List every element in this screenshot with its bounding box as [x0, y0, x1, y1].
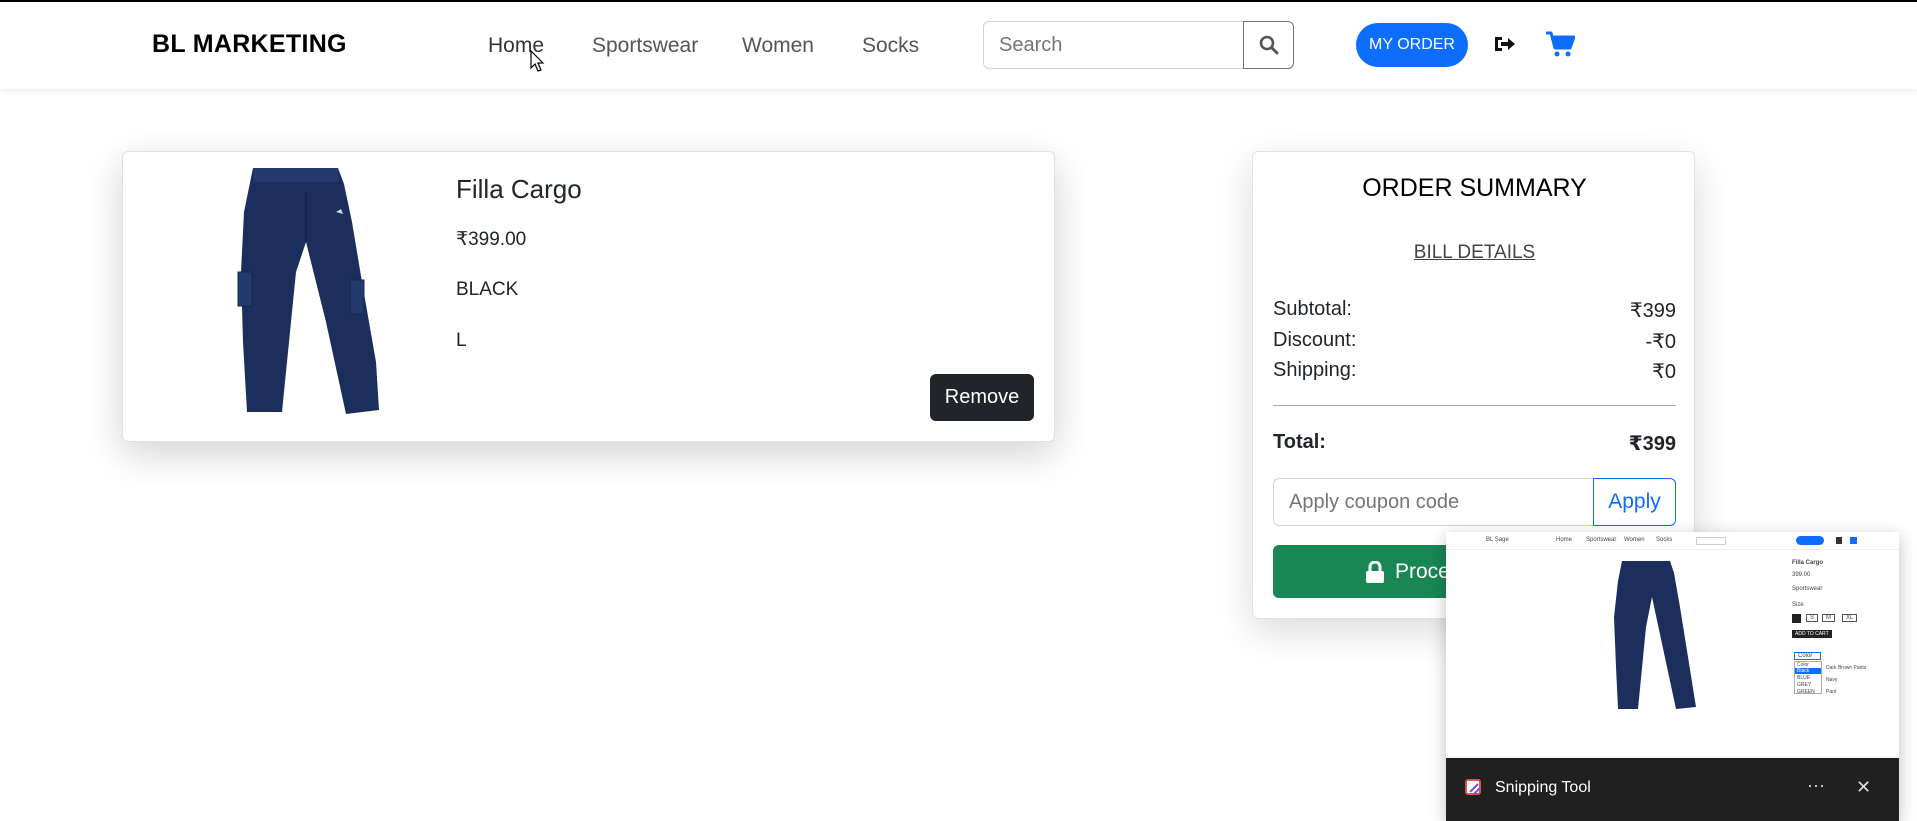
preview-nav-sportswear: Sportswear	[1586, 537, 1617, 543]
apply-coupon-button[interactable]: Apply	[1593, 478, 1676, 526]
preview-navbar	[1446, 532, 1899, 550]
coupon-input[interactable]	[1273, 478, 1593, 526]
shipping-value: ₹0	[1652, 361, 1676, 383]
coupon-form: Apply	[1273, 478, 1676, 526]
cart-item-card: Filla Cargo ₹399.00 BLACK L Remove	[122, 151, 1055, 442]
proceed-label: Proce	[1395, 559, 1450, 583]
preview-nav-socks: Socks	[1656, 537, 1673, 543]
search-form	[983, 21, 1294, 69]
preview-product-image	[1614, 561, 1696, 709]
nav-link-women[interactable]: Women	[742, 34, 814, 58]
preview-my-order	[1796, 536, 1824, 545]
product-image[interactable]	[186, 162, 426, 424]
discount-label: Discount:	[1273, 329, 1357, 351]
nav-link-socks[interactable]: Socks	[862, 34, 919, 58]
subtotal-label: Subtotal:	[1273, 298, 1352, 320]
product-price: ₹399.00	[456, 229, 527, 250]
mouse-cursor-icon	[530, 50, 545, 72]
preview-color-dropdown: Color Black BLUE GREY GREEN	[1794, 661, 1822, 695]
product-name: Filla Cargo	[456, 174, 582, 204]
preview-color-select: Color	[1794, 652, 1822, 660]
snipping-tool-icon	[1465, 779, 1481, 795]
navbar: BL MARKETING Home Sportswear Women Socks…	[0, 2, 1917, 89]
preview-size-m: M	[1822, 614, 1835, 622]
preview-product-name: Filla Cargo	[1792, 560, 1824, 566]
total-label: Total:	[1273, 431, 1326, 453]
search-button[interactable]	[1243, 21, 1294, 69]
subtotal-row: Subtotal: ₹399	[1273, 298, 1676, 323]
preview-nav-home: Home	[1556, 537, 1573, 543]
product-color: BLACK	[456, 279, 519, 300]
shipping-label: Shipping:	[1273, 359, 1357, 381]
snipping-tool-popup[interactable]: BL Sage Home Sportswear Women Socks Fill…	[1446, 532, 1899, 821]
preview-add-to-cart: ADD TO CART	[1792, 630, 1832, 638]
preview-size-xl: XL	[1842, 614, 1858, 622]
preview-cart-icon	[1850, 537, 1857, 544]
lock-icon	[1366, 560, 1384, 583]
preview-colors-text-3: Pant	[1826, 689, 1837, 695]
discount-value: -₹0	[1645, 331, 1676, 353]
snipping-tool-label: Snipping Tool	[1495, 779, 1591, 796]
search-icon	[1259, 35, 1278, 55]
product-size: L	[456, 330, 467, 351]
snip-notification-bar: Snipping Tool ··· ✕	[1446, 758, 1899, 821]
summary-divider	[1273, 405, 1676, 406]
total-row: Total: ₹399	[1273, 431, 1676, 456]
search-input[interactable]	[983, 21, 1243, 69]
preview-brand: BL Sage	[1486, 537, 1509, 543]
bill-details-heading: BILL DETAILS	[1413, 242, 1536, 263]
total-value: ₹399	[1628, 433, 1676, 455]
preview-size-label: Size	[1792, 602, 1804, 608]
preview-price: 399.00	[1792, 572, 1811, 578]
close-icon[interactable]: ✕	[1856, 777, 1871, 798]
preview-size-s: S	[1806, 614, 1819, 622]
preview-nav-women: Women	[1624, 537, 1645, 543]
brand-logo[interactable]: BL MARKETING	[152, 30, 347, 59]
logout-icon[interactable]	[1492, 32, 1516, 56]
discount-row: Discount: -₹0	[1273, 329, 1676, 354]
preview-colors-text-1: Dark Brown Pants	[1826, 665, 1867, 671]
cart-icon[interactable]	[1545, 30, 1575, 58]
more-options-icon[interactable]: ···	[1807, 775, 1825, 796]
preview-color-swatch	[1792, 614, 1801, 623]
remove-button[interactable]: Remove	[930, 374, 1034, 421]
snip-preview-thumbnail[interactable]: BL Sage Home Sportswear Women Socks Fill…	[1446, 532, 1899, 758]
my-order-button[interactable]: MY ORDER	[1356, 23, 1468, 67]
preview-search	[1696, 537, 1726, 545]
subtotal-value: ₹399	[1629, 300, 1676, 322]
preview-category: Sportswear	[1792, 586, 1823, 592]
shipping-row: Shipping: ₹0	[1273, 359, 1676, 384]
preview-logout-icon	[1836, 537, 1842, 544]
nav-link-sportswear[interactable]: Sportswear	[592, 34, 698, 58]
preview-colors-text-2: Navy	[1826, 677, 1838, 683]
order-summary-title: ORDER SUMMARY	[1362, 174, 1587, 202]
